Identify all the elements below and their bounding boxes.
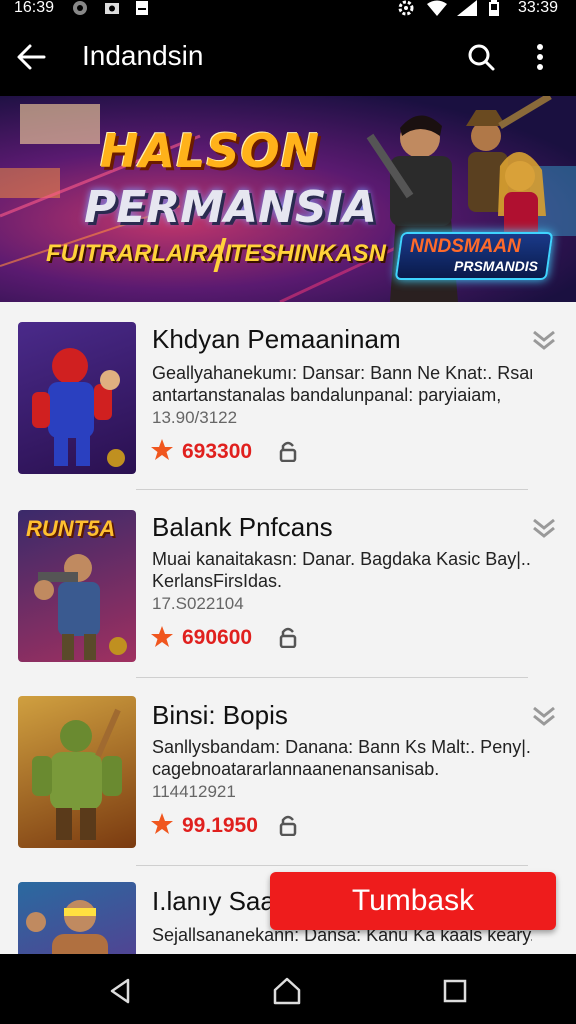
game-score: 690600 [182,626,253,649]
game-title: I.lanıy Saa [152,886,275,916]
nav-recents-icon[interactable] [440,976,470,1006]
promo-banner[interactable]: HALSON PERMANSIA FUITRARLAIRAI TESHINKAS… [0,96,576,302]
banner-subtitle-1: FUITRARLAIRAI [46,240,232,267]
banner-headline-1: HALSON [100,124,321,178]
more-options-button[interactable] [524,40,556,74]
lock-icon [279,815,297,836]
status-time: 16:39 [14,0,55,16]
battery-icon [488,0,500,16]
lock-icon [279,441,297,462]
banner-subtitle-2: TESHINKASN [230,240,387,267]
chevron-down-icon[interactable] [530,516,558,540]
list-item[interactable]: Binsi: Bopis Sanllysbandam: Danana: Bann… [0,678,576,866]
status-bar: 16:39 33:39 [0,0,576,18]
list-item[interactable]: RUNT5A Balank Pnfcans Muai kanaitakasn: … [0,490,576,678]
thumbnail-logo-text: RUNT5A [26,516,116,541]
game-score: 693300 [182,440,253,463]
banner-badge-line-1: NNDSMAAN [410,236,521,257]
game-meta: 13.90/3122 [152,408,238,427]
chevron-down-icon[interactable] [530,328,558,352]
game-meta: 114412921 [152,782,236,801]
game-score: 99.1950 [182,814,258,837]
nav-back-icon[interactable] [106,976,136,1006]
chevron-down-icon[interactable] [530,704,558,728]
search-button[interactable] [464,40,498,74]
game-thumbnail: RUNT5A [18,510,136,662]
more-vertical-icon [537,44,543,70]
game-description-line-2: KerlansFirsIdas. [152,571,283,591]
arrow-left-icon [17,44,46,70]
lock-icon [279,627,297,648]
tumbask-button[interactable]: Tumbask [270,872,556,930]
camera-icon [104,0,120,16]
banner-badge-line-2: PRSMANDIS [454,258,539,274]
game-thumbnail [18,322,136,474]
game-title: Binsi: Bopis [152,700,288,730]
page-title: Indandsin [82,40,204,71]
nav-home-icon[interactable] [272,976,302,1006]
game-thumbnail [18,696,136,848]
signal-icon [456,0,478,16]
search-icon [468,44,495,71]
document-icon [134,0,150,16]
star-icon [151,626,173,647]
star-icon [151,439,173,460]
notification-icon [72,0,88,16]
game-description-line-2: antartanstanalas bandalunpanal: paryiaia… [152,385,502,405]
system-nav-bar [0,954,576,1024]
game-list: Khdyan Pemaaninam Geallyahanekumı: Dansa… [0,302,576,954]
app-bar: Indandsin [0,18,576,96]
back-button[interactable] [14,40,48,74]
status-clock: 33:39 [517,0,558,16]
star-icon [151,813,173,834]
game-description-line-2: cagebnoatararlannaanenansanisab. [152,759,440,779]
game-meta: 17.S022104 [152,594,244,613]
game-description-line-1: Geallyahanekumı: Dansar: Bann Ne Knat:. … [152,363,532,383]
game-title: Balank Pnfcans [152,512,333,542]
game-thumbnail [18,882,136,954]
game-description-line-1: Muai kanaitakasn: Danar. Bagdaka Kasic B… [152,549,532,569]
game-title: Khdyan Pemaaninam [152,324,401,354]
wifi-icon [426,0,448,16]
list-item[interactable]: Khdyan Pemaaninam Geallyahanekumı: Dansa… [0,302,576,490]
settings-status-icon [398,0,414,16]
banner-headline-2: PERMANSIA [84,182,377,233]
game-description-line-1: Sanllysbandam: Danana: Bann Ks Malt:. Pe… [152,737,532,757]
